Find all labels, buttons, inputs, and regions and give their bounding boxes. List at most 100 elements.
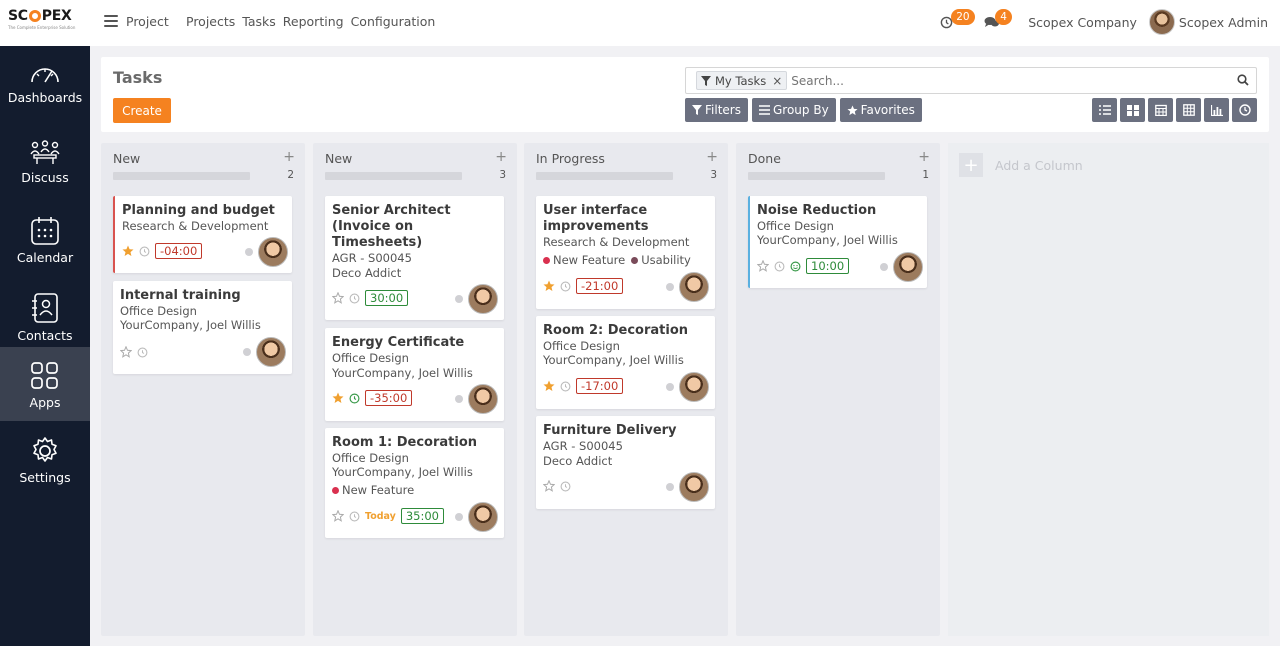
star-outline-icon[interactable] [120,346,132,358]
search-icon[interactable] [1237,74,1249,86]
kanban-state-dot[interactable] [243,348,251,356]
kanban-view-button[interactable] [1120,98,1145,122]
kanban-state-dot[interactable] [666,483,674,491]
activity-clock-icon[interactable] [560,281,571,292]
facet-remove-icon[interactable]: × [772,74,782,88]
kanban-state-dot[interactable] [880,263,888,271]
activity-clock-icon[interactable] [137,347,148,358]
contacts-book-icon [32,293,58,323]
star-filled-icon[interactable] [122,245,134,257]
search-bar[interactable]: My Tasks × [685,67,1257,94]
sidebar-item-discuss[interactable]: Discuss [0,126,90,200]
clock-icon [1238,104,1251,116]
activity-clock-icon[interactable] [560,381,571,392]
smiley-face-icon[interactable] [790,261,801,272]
activity-view-button[interactable] [1232,98,1257,122]
star-outline-icon[interactable] [543,480,555,492]
kanban-state-dot[interactable] [666,383,674,391]
filters-button[interactable]: Filters [685,98,748,122]
task-card[interactable]: Internal training Office Design YourComp… [113,281,292,374]
task-card[interactable]: Room 1: Decoration Office Design YourCom… [325,428,504,538]
menu-configuration[interactable]: Configuration [351,14,436,29]
user-menu[interactable]: Scopex Admin [1179,15,1268,30]
kanban-state-dot[interactable] [245,248,253,256]
task-card[interactable]: Furniture Delivery AGR - S00045 Deco Add… [536,416,715,509]
column-progress-bar [325,172,462,180]
card-title: Furniture Delivery [543,423,677,438]
sidebar-item-dashboards[interactable]: Dashboards [0,48,90,122]
card-title: Energy Certificate [332,335,465,350]
star-filled-icon[interactable] [332,392,344,404]
activity-clock-green-icon[interactable] [349,393,360,404]
funnel-icon [701,75,711,86]
task-card[interactable]: Senior Architect (Invoice on Timesheets)… [325,196,504,320]
control-panel: Tasks Create My Tasks × Filters Group By… [101,57,1269,132]
task-card[interactable]: Noise Reduction Office Design YourCompan… [748,196,927,288]
column-progress-bar [536,172,673,180]
task-card[interactable]: Room 2: Decoration Office Design YourCom… [536,316,715,409]
star-outline-icon[interactable] [332,292,344,304]
user-avatar[interactable] [1148,9,1175,35]
task-card[interactable]: Energy Certificate Office Design YourCom… [325,328,504,421]
kanban-state-dot[interactable] [455,295,463,303]
assignee-avatar [256,337,286,367]
column-title[interactable]: New [113,151,140,166]
kanban-state-dot[interactable] [455,395,463,403]
card-project: Office Design [757,219,834,233]
star-outline-icon[interactable] [757,260,769,272]
top-navbar: SC PEX The Complete Enterprise Solution P… [0,0,1280,46]
activity-clock-icon[interactable] [774,261,785,272]
sidebar-item-label: Settings [19,470,71,485]
activity-clock-icon[interactable] [560,481,571,492]
deadline-today: Today [365,510,396,522]
task-card[interactable]: Planning and budget Research & Developme… [113,196,292,273]
kanban-state-dot[interactable] [455,513,463,521]
create-button[interactable]: Create [113,98,171,123]
quick-create-button[interactable]: + [918,149,930,165]
column-title[interactable]: In Progress [536,151,605,166]
quick-create-button[interactable]: + [495,149,507,165]
graph-view-button[interactable] [1204,98,1229,122]
quick-create-button[interactable]: + [283,149,295,165]
app-name[interactable]: Project [126,14,169,29]
menu-tasks[interactable]: Tasks [242,14,276,29]
card-title: Room 1: Decoration [332,435,477,450]
speedometer-icon [31,68,59,83]
sidebar-item-calendar[interactable]: Calendar [0,202,90,276]
sidebar-item-settings[interactable]: Settings [0,422,90,496]
card-tags: New Feature [332,483,414,497]
card-reference: AGR - S00045 [543,439,623,453]
activity-clock-icon[interactable] [139,246,150,257]
group-by-button[interactable]: Group By [751,98,836,122]
pivot-view-button[interactable] [1176,98,1201,122]
menu-projects[interactable]: Projects [186,14,235,29]
activity-clock-icon[interactable] [349,511,360,522]
filter-facet[interactable]: My Tasks × [696,71,788,90]
star-filled-icon[interactable] [543,380,555,392]
column-title[interactable]: New [325,151,352,166]
list-view-button[interactable] [1092,98,1117,122]
activity-clock-icon[interactable] [349,293,360,304]
sidebar-item-apps[interactable]: Apps [0,347,90,421]
add-column-button[interactable]: Add a Column [995,158,1083,173]
column-count: 3 [499,169,506,181]
favorites-label: Favorites [860,103,915,117]
search-input[interactable] [791,73,1212,88]
add-column-plus-icon[interactable]: + [959,153,983,177]
logo-tagline: The Complete Enterprise Solution [8,25,76,30]
star-filled-icon[interactable] [543,280,555,292]
company-switcher[interactable]: Scopex Company [1028,15,1137,30]
sidebar-item-contacts[interactable]: Contacts [0,278,90,352]
kanban-state-dot[interactable] [666,283,674,291]
hamburger-menu-icon[interactable] [104,15,118,27]
task-card[interactable]: User interface improvements Research & D… [536,196,715,309]
menu-reporting[interactable]: Reporting [283,14,344,29]
quick-create-button[interactable]: + [706,149,718,165]
column-title[interactable]: Done [748,151,781,166]
scopex-logo[interactable]: SC PEX The Complete Enterprise Solution [8,8,88,36]
favorites-button[interactable]: Favorites [839,98,922,122]
calendar-view-button[interactable] [1148,98,1173,122]
activity-button[interactable]: 20 [940,9,975,32]
messages-button[interactable]: 4 [984,9,1014,32]
star-outline-icon[interactable] [332,510,344,522]
